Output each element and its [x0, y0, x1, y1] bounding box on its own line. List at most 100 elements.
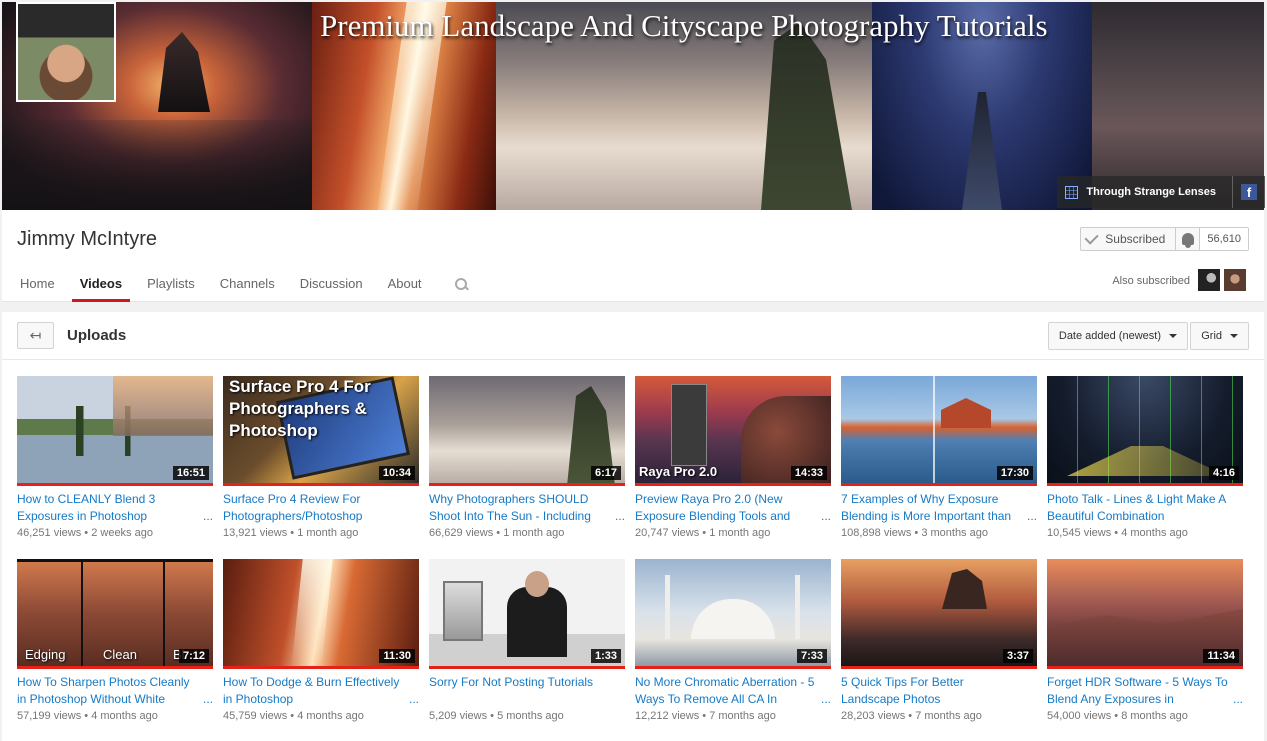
- website-icon: [1065, 185, 1079, 199]
- meta-separator: •: [702, 710, 707, 722]
- video-meta: 45,759 views • 4 months ago: [223, 710, 419, 722]
- facebook-icon[interactable]: f: [1241, 184, 1257, 200]
- video-title[interactable]: How To Dodge & Burn Effectively in Photo…: [223, 674, 419, 708]
- video-title[interactable]: 5 Quick Tips For Better Landscape Photos: [841, 674, 1037, 708]
- also-subscribed-avatar[interactable]: [1224, 269, 1246, 291]
- video-card[interactable]: Surface Pro 4 For Photographers & Photos…: [223, 376, 419, 541]
- video-duration: 11:30: [379, 649, 415, 663]
- meta-separator: •: [84, 527, 89, 539]
- more-indicator: ...: [1232, 692, 1243, 706]
- upload-age: 7 months ago: [709, 710, 776, 722]
- view-count: 108,898 views: [841, 527, 912, 539]
- thumb-art: [163, 559, 165, 666]
- video-meta: 57,199 views • 4 months ago: [17, 710, 213, 722]
- video-card[interactable]: 6:17 Why Photographers SHOULD Shoot Into…: [429, 376, 625, 541]
- video-meta: 54,000 views • 8 months ago: [1047, 710, 1243, 722]
- video-thumbnail[interactable]: 6:17: [429, 376, 625, 486]
- thumb-art: [507, 587, 567, 657]
- video-card[interactable]: 11:30 How To Dodge & Burn Effectively in…: [223, 559, 419, 724]
- tab-playlists[interactable]: Playlists: [139, 270, 203, 302]
- video-card[interactable]: 4:16 Photo Talk - Lines & Light Make A B…: [1047, 376, 1243, 541]
- upload-age: 1 month ago: [503, 527, 565, 539]
- video-card[interactable]: 17:30 7 Examples of Why Exposure Blendin…: [841, 376, 1037, 541]
- video-duration: 1:33: [590, 649, 621, 663]
- view-label: Grid: [1201, 330, 1222, 342]
- video-title-text: How To Dodge & Burn Effectively in Photo…: [223, 675, 400, 706]
- video-thumbnail[interactable]: 16:51: [17, 376, 213, 486]
- channel-avatar[interactable]: [16, 2, 116, 102]
- video-meta: 5,209 views • 5 months ago: [429, 710, 625, 722]
- banner-link-website[interactable]: Through Strange Lenses: [1086, 186, 1216, 198]
- video-thumbnail[interactable]: Surface Pro 4 For Photographers & Photos…: [223, 376, 419, 486]
- upload-age: 5 months ago: [497, 710, 564, 722]
- sort-dropdown[interactable]: Date added (newest): [1047, 322, 1188, 350]
- thumb-art: [671, 384, 707, 466]
- video-title[interactable]: How to CLEANLY Blend 3 Exposures in Phot…: [17, 491, 213, 525]
- video-title[interactable]: Surface Pro 4 Review For Photographers/P…: [223, 491, 419, 525]
- video-thumbnail[interactable]: Raya Pro 2.0 14:33: [635, 376, 831, 486]
- video-card[interactable]: 1:33 Sorry For Not Posting Tutorials 5,2…: [429, 559, 625, 724]
- video-card[interactable]: 7:33 No More Chromatic Aberration - 5 Wa…: [635, 559, 831, 724]
- video-title[interactable]: 7 Examples of Why Exposure Blending is M…: [841, 491, 1037, 525]
- upload-age: 1 month ago: [297, 527, 359, 539]
- tab-about[interactable]: About: [380, 270, 430, 302]
- tab-home[interactable]: Home: [12, 270, 63, 302]
- meta-separator: •: [908, 710, 913, 722]
- back-button[interactable]: ↤: [17, 322, 54, 349]
- video-card[interactable]: 11:34 Forget HDR Software - 5 Ways To Bl…: [1047, 559, 1243, 724]
- video-title[interactable]: How To Sharpen Photos Cleanly in Photosh…: [17, 674, 213, 708]
- view-count: 66,629 views: [429, 527, 494, 539]
- meta-separator: •: [290, 527, 295, 539]
- video-duration: 7:12: [178, 649, 209, 663]
- video-title-text: Sorry For Not Posting Tutorials: [429, 675, 594, 689]
- subscribed-button[interactable]: Subscribed: [1081, 228, 1177, 250]
- video-meta: 66,629 views • 1 month ago: [429, 527, 625, 539]
- video-duration: 11:34: [1203, 649, 1239, 663]
- thumb-art: [17, 559, 213, 562]
- video-thumbnail[interactable]: 11:34: [1047, 559, 1243, 669]
- video-thumbnail[interactable]: 3:37: [841, 559, 1037, 669]
- video-meta: 10,545 views • 4 months ago: [1047, 527, 1243, 539]
- video-title[interactable]: No More Chromatic Aberration - 5 Ways To…: [635, 674, 831, 708]
- video-duration: 14:33: [790, 466, 827, 480]
- thumb-art: [933, 376, 935, 483]
- channel-name[interactable]: Jimmy McIntyre: [17, 228, 157, 251]
- video-card[interactable]: 3:37 5 Quick Tips For Better Landscape P…: [841, 559, 1037, 724]
- video-thumbnail[interactable]: 11:30: [223, 559, 419, 669]
- view-dropdown[interactable]: Grid: [1190, 322, 1249, 350]
- video-thumbnail[interactable]: Edging Clean Bl 7:12: [17, 559, 213, 669]
- tab-channels[interactable]: Channels: [212, 270, 283, 302]
- caret-down-icon: [1169, 334, 1177, 338]
- video-card[interactable]: Raya Pro 2.0 14:33 Preview Raya Pro 2.0 …: [635, 376, 831, 541]
- thumb-art: [795, 575, 800, 639]
- upload-age: 4 months ago: [1121, 527, 1188, 539]
- subscribe-group: Subscribed 56,610: [1080, 227, 1249, 251]
- uploads-title: Uploads: [67, 327, 127, 344]
- video-title[interactable]: Preview Raya Pro 2.0 (New Exposure Blend…: [635, 491, 831, 525]
- video-title[interactable]: Forget HDR Software - 5 Ways To Blend An…: [1047, 674, 1243, 708]
- upload-age: 2 weeks ago: [91, 527, 153, 539]
- thumb-art: [525, 571, 549, 597]
- subscribed-label: Subscribed: [1105, 232, 1166, 246]
- video-thumbnail[interactable]: 4:16: [1047, 376, 1243, 486]
- thumb-art: [942, 569, 987, 609]
- video-thumbnail[interactable]: 7:33: [635, 559, 831, 669]
- caret-down-icon: [1230, 334, 1238, 338]
- video-thumbnail[interactable]: 1:33: [429, 559, 625, 669]
- view-count: 46,251 views: [17, 527, 82, 539]
- video-title-text: Photo Talk - Lines & Light Make A Beauti…: [1047, 492, 1226, 523]
- tab-videos[interactable]: Videos: [71, 270, 131, 302]
- video-title[interactable]: Sorry For Not Posting Tutorials: [429, 674, 625, 708]
- also-subscribed-avatar[interactable]: [1198, 269, 1220, 291]
- tab-discussion[interactable]: Discussion: [292, 270, 371, 302]
- video-thumbnail[interactable]: 17:30: [841, 376, 1037, 486]
- video-title[interactable]: Why Photographers SHOULD Shoot Into The …: [429, 491, 625, 525]
- search-icon[interactable]: [454, 278, 468, 291]
- video-title[interactable]: Photo Talk - Lines & Light Make A Beauti…: [1047, 491, 1243, 525]
- thumb-art: [291, 559, 333, 666]
- notification-bell-button[interactable]: [1176, 228, 1201, 250]
- video-card[interactable]: Edging Clean Bl 7:12 How To Sharpen Phot…: [17, 559, 213, 724]
- more-indicator: ...: [202, 509, 213, 523]
- video-card[interactable]: 16:51 How to CLEANLY Blend 3 Exposures i…: [17, 376, 213, 541]
- upload-age: 7 months ago: [915, 710, 982, 722]
